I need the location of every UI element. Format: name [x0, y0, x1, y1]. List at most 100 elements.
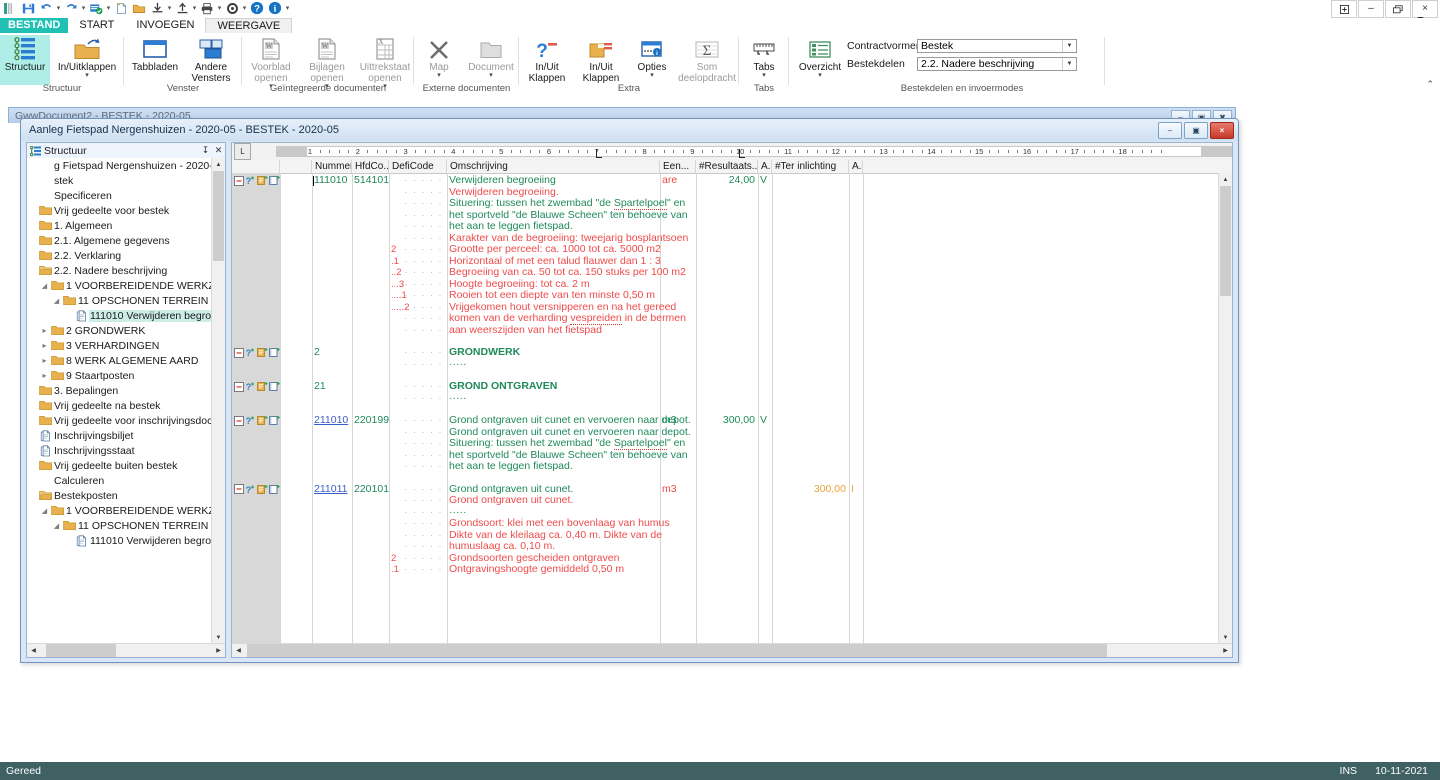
table-row[interactable]: ? 211011 220101 m3 300,00 I · · · · · Grond ont… [232, 482, 1219, 580]
scroll-thumb-h[interactable] [247, 644, 1107, 657]
save-icon[interactable] [19, 0, 37, 16]
import-icon[interactable] [148, 0, 166, 16]
column-header-deficode[interactable]: DefiCode [389, 160, 447, 173]
column-header-resultaats[interactable]: #Resultaats... [696, 160, 758, 173]
settings-caret-icon[interactable]: ▾ [241, 0, 248, 16]
ribbon-button-som-deelopdracht[interactable]: Σ Som deelopdracht [675, 35, 739, 84]
pin-icon[interactable]: ↧ [199, 145, 212, 156]
note-plus-icon[interactable] [257, 415, 268, 426]
collapse-box-icon[interactable] [234, 175, 244, 186]
cell-deficode-line[interactable]: 2 [391, 244, 417, 256]
cell-deficode-line[interactable]: .....2 [391, 302, 417, 314]
question-plus-icon[interactable]: ? [245, 484, 256, 495]
tree-node[interactable]: ▸ 3 VERHARDINGEN [27, 338, 225, 353]
doc-minimize-button[interactable]: – [1158, 122, 1182, 139]
cell-a1[interactable]: V [760, 174, 769, 187]
column-header-omschrijving[interactable]: Omschrijving [447, 160, 660, 173]
horizontal-ruler[interactable]: 1 2 3 4 5 6 7 8 9 10 11 12 13 14 15 16 17 18 [276, 146, 1232, 158]
redo-caret-icon[interactable]: ▾ [80, 0, 87, 16]
scroll-thumb[interactable] [213, 171, 224, 261]
qat-overflow-caret-icon[interactable]: ▾ [284, 0, 291, 16]
cell-deficode-line[interactable]: ..2 [391, 267, 417, 279]
cell-terinlichting[interactable]: 300,00 [774, 483, 846, 496]
cell-omschrijving-line[interactable]: Rooien tot een diepte van ten minste 0,5… [449, 289, 658, 302]
ribbon-button-map[interactable]: Map ▾ [416, 35, 462, 79]
ruler-right-indent[interactable] [1201, 147, 1231, 156]
scroll-left-icon[interactable]: ◀ [232, 644, 245, 657]
tree-expand-icon[interactable]: ▸ [39, 326, 50, 335]
tree-expand-icon[interactable]: ▸ [39, 371, 50, 380]
restore-button[interactable] [1385, 0, 1411, 18]
print-icon[interactable] [198, 0, 216, 16]
tabs-caret-icon[interactable]: ▾ [762, 72, 766, 79]
cell-deficode-line[interactable]: .1 [391, 564, 417, 576]
note-plus-icon[interactable] [257, 175, 268, 186]
tree-node[interactable]: Inschrijvingsstaat [27, 443, 225, 458]
cell-omschrijving-line[interactable]: GROND ONTGRAVEN [449, 380, 658, 393]
collapse-box-icon[interactable] [234, 381, 244, 392]
cell-hfdco[interactable]: 514101 [354, 174, 389, 187]
cell-omschrijving-line[interactable]: Grond ontgraven uit cunet en vervoeren n… [449, 414, 691, 427]
close-icon[interactable]: ✕ [212, 145, 225, 156]
column-header-nummer[interactable]: Nummer [312, 160, 352, 173]
cell-omschrijving-line[interactable]: Begroeiing van ca. 50 tot ca. 150 stuks … [449, 266, 686, 279]
table-row[interactable]: ? 2 · · · · · GRONDWERK · · · · · ····· [232, 345, 1219, 374]
grid-horizontal-scrollbar[interactable]: ◀ ▶ [232, 643, 1232, 657]
column-header-terinlichting[interactable]: #Ter inlichting [772, 160, 849, 173]
tab-weergave[interactable]: WEERGAVE [205, 18, 293, 33]
ribbon-button-tabs[interactable]: Tabs ▾ [739, 35, 789, 79]
close-button[interactable]: × [1412, 0, 1438, 18]
help-icon[interactable]: ? [248, 0, 266, 16]
cell-omschrijving-line[interactable]: humuslaag ca. 0,10 m. [449, 540, 658, 553]
doc-plus-icon[interactable] [269, 381, 280, 392]
tree-node[interactable]: Vrij gedeelte voor inschrijvingsdocument [27, 413, 225, 428]
cell-nummer[interactable]: 111010 [314, 174, 349, 187]
scroll-right-icon[interactable]: ▶ [212, 644, 225, 657]
tree-node[interactable]: ▸ 9 Staartposten [27, 368, 225, 383]
tree-node[interactable]: 3. Bepalingen [27, 383, 225, 398]
ruler-tab-stop[interactable] [739, 149, 746, 158]
redo-icon[interactable] [62, 0, 80, 16]
column-header-hfdco[interactable]: HfdCo... [352, 160, 389, 173]
doc-plus-icon[interactable] [269, 175, 280, 186]
map-caret-icon[interactable]: ▾ [437, 72, 441, 79]
cell-omschrijving-line[interactable]: het aan te leggen fietspad. [449, 220, 658, 233]
bestekdelen-combobox[interactable]: 2.2. Nadere beschrijving ▼ [917, 57, 1077, 71]
note-plus-icon[interactable] [257, 381, 268, 392]
tree-node[interactable]: ◢ 1 VOORBEREIDENDE WERKZAAMH [27, 503, 225, 518]
sync-check-icon[interactable] [87, 0, 105, 16]
scroll-up-icon[interactable]: ▲ [1219, 173, 1232, 186]
tree-node[interactable]: Vrij gedeelte buiten bestek [27, 458, 225, 473]
question-plus-icon[interactable]: ? [245, 415, 256, 426]
tab-invoegen[interactable]: INVOEGEN [125, 18, 205, 33]
cell-nummer[interactable]: 2 [314, 346, 349, 359]
tree-node[interactable]: ◢ 11 OPSCHONEN TERREIN [27, 293, 225, 308]
question-plus-icon[interactable]: ? [245, 347, 256, 358]
doc-plus-icon[interactable] [269, 415, 280, 426]
open-folder-icon[interactable] [130, 0, 148, 16]
tree-node[interactable]: 111010 Verwijderen begroeiin [27, 533, 225, 548]
structure-pane-vertical-scrollbar[interactable]: ▲ ▼ [211, 158, 225, 644]
cell-omschrijving-line[interactable]: Verwijderen begroeiing [449, 174, 658, 187]
ribbon-button-tabbladen[interactable]: Tabbladen [128, 35, 182, 73]
scroll-up-icon[interactable]: ▲ [212, 158, 225, 171]
table-row[interactable]: ? 21 · · · · · GROND ONTGRAVEN · · · · · ····… [232, 379, 1219, 408]
tree-collapse-icon[interactable]: ◢ [51, 297, 62, 305]
column-header-blank[interactable] [280, 160, 312, 173]
export-caret-icon[interactable]: ▾ [191, 0, 198, 16]
tree-node[interactable]: 111010 Verwijderen begroeiin [27, 308, 225, 323]
tree-node[interactable]: Specificeren [27, 188, 225, 203]
collapse-ribbon-icon[interactable]: ⌃ [1426, 79, 1434, 90]
tree-collapse-icon[interactable]: ◢ [39, 282, 50, 290]
column-header-een[interactable]: Een... [660, 160, 696, 173]
cell-a2[interactable]: I [851, 483, 860, 496]
tree-node[interactable]: Bestekposten [27, 488, 225, 503]
ribbon-button-document[interactable]: Document ▾ [464, 35, 518, 79]
doc-plus-icon[interactable] [269, 347, 280, 358]
sync-caret-icon[interactable]: ▾ [105, 0, 112, 16]
ribbon-button-overzicht[interactable]: Overzicht ▾ [793, 35, 847, 79]
ribbon-button-structuur[interactable]: Structuur [0, 35, 50, 85]
scroll-right-icon[interactable]: ▶ [1219, 644, 1232, 657]
grid-vertical-scrollbar[interactable]: ▲ ▼ [1218, 173, 1232, 644]
ribbon-button-andere-vensters[interactable]: Andere Vensters [184, 35, 238, 84]
